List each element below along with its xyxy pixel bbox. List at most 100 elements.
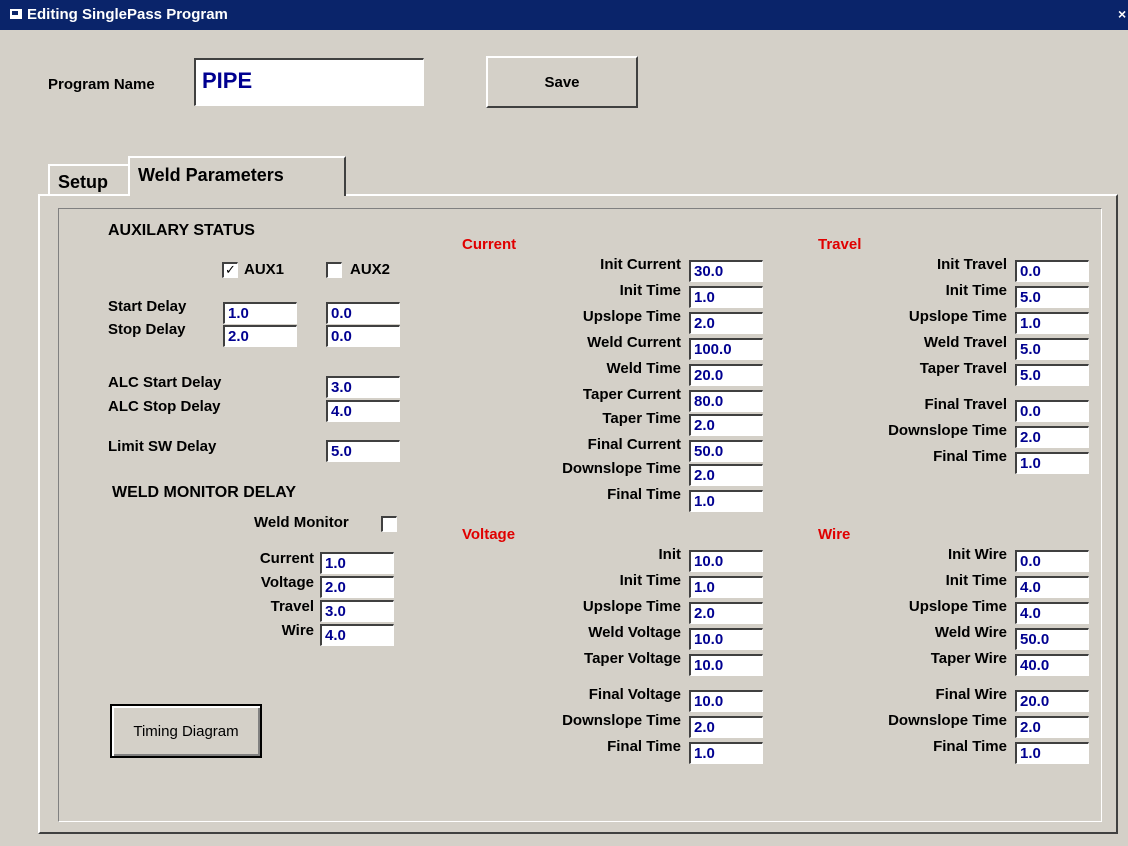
voltage-final-time-label: Final Time <box>607 738 681 755</box>
current-init-current-input[interactable]: 30.0 <box>689 260 763 282</box>
voltage-taper-voltage-input[interactable]: 10.0 <box>689 654 763 676</box>
current-final-current-input[interactable]: 50.0 <box>689 440 763 462</box>
wire-final-wire-label: Final Wire <box>935 686 1007 703</box>
monitor-wire-input[interactable]: 4.0 <box>320 624 394 646</box>
start-delay-label: Start Delay <box>108 298 187 315</box>
wire-init-wire-label: Init Wire <box>947 546 1007 563</box>
wire-weld-wire-label: Weld Wire <box>934 624 1007 641</box>
travel-upslope-time-input[interactable]: 1.0 <box>1015 312 1089 334</box>
voltage-downslope-time-input[interactable]: 2.0 <box>689 716 763 738</box>
alc-start-delay-label: ALC Start Delay <box>108 374 222 391</box>
current-weld-time-input[interactable]: 20.0 <box>689 364 763 386</box>
wire-upslope-time-label: Upslope Time <box>908 598 1007 615</box>
limit-sw-delay-input[interactable]: 5.0 <box>326 440 400 462</box>
voltage-final-time-input[interactable]: 1.0 <box>689 742 763 764</box>
app-icon <box>10 9 22 19</box>
wire-taper-wire-label: Taper Wire <box>930 650 1007 667</box>
wire-taper-wire-input[interactable]: 40.0 <box>1015 654 1089 676</box>
alc-start-delay-input[interactable]: 3.0 <box>326 376 400 398</box>
monitor-travel-input[interactable]: 3.0 <box>320 600 394 622</box>
current-section-title: Current <box>462 236 517 253</box>
wire-section-title: Wire <box>818 526 851 543</box>
tab-weld-parameters[interactable]: Weld Parameters <box>128 156 346 196</box>
voltage-init-input[interactable]: 10.0 <box>689 550 763 572</box>
stop-delay-aux2-input[interactable]: 0.0 <box>326 325 400 347</box>
wire-init-wire-input[interactable]: 0.0 <box>1015 550 1089 572</box>
alc-stop-delay-input[interactable]: 4.0 <box>326 400 400 422</box>
voltage-init-time-input[interactable]: 1.0 <box>689 576 763 598</box>
voltage-upslope-time-label: Upslope Time <box>582 598 681 615</box>
current-init-current-label: Init Current <box>600 256 681 273</box>
aux1-checkbox[interactable]: ✓ <box>222 262 238 278</box>
aux-status-heading: AUXILARY STATUS <box>108 222 255 239</box>
weld-monitor-heading: WELD MONITOR DELAY <box>112 484 297 501</box>
aux1-label: AUX1 <box>244 261 285 278</box>
voltage-upslope-time-input[interactable]: 2.0 <box>689 602 763 624</box>
current-upslope-time-label: Upslope Time <box>582 308 681 325</box>
limit-sw-delay-label: Limit SW Delay <box>108 438 217 455</box>
aux2-checkbox[interactable] <box>326 262 342 278</box>
travel-weld-travel-input[interactable]: 5.0 <box>1015 338 1089 360</box>
wire-downslope-time-input[interactable]: 2.0 <box>1015 716 1089 738</box>
travel-init-time-label: Init Time <box>945 282 1007 299</box>
window-title: Editing SinglePass Program <box>27 6 228 23</box>
weld-monitor-label: Weld Monitor <box>254 514 349 531</box>
save-button[interactable]: Save <box>486 56 638 108</box>
wire-downslope-time-label: Downslope Time <box>888 712 1007 729</box>
current-init-time-input[interactable]: 1.0 <box>689 286 763 308</box>
travel-taper-travel-label: Taper Travel <box>919 360 1007 377</box>
close-icon[interactable]: × <box>1118 6 1126 22</box>
program-name-label: Program Name <box>48 76 155 93</box>
travel-taper-travel-input[interactable]: 5.0 <box>1015 364 1089 386</box>
current-final-time-input[interactable]: 1.0 <box>689 490 763 512</box>
current-taper-time-input[interactable]: 2.0 <box>689 414 763 436</box>
timing-diagram-button[interactable]: Timing Diagram <box>110 704 262 758</box>
program-name-input[interactable]: PIPE <box>194 58 424 106</box>
current-taper-current-input[interactable]: 80.0 <box>689 390 763 412</box>
aux2-label: AUX2 <box>350 261 391 278</box>
monitor-travel-label: Travel <box>270 598 314 615</box>
current-final-current-label: Final Current <box>587 436 681 453</box>
voltage-init-label: Init <box>658 546 682 563</box>
current-upslope-time-input[interactable]: 2.0 <box>689 312 763 334</box>
travel-upslope-time-label: Upslope Time <box>908 308 1007 325</box>
wire-final-wire-input[interactable]: 20.0 <box>1015 690 1089 712</box>
voltage-final-voltage-input[interactable]: 10.0 <box>689 690 763 712</box>
travel-final-time-input[interactable]: 1.0 <box>1015 452 1089 474</box>
current-final-time-label: Final Time <box>607 486 681 503</box>
voltage-weld-voltage-label: Weld Voltage <box>588 624 681 641</box>
wire-weld-wire-input[interactable]: 50.0 <box>1015 628 1089 650</box>
current-weld-current-input[interactable]: 100.0 <box>689 338 763 360</box>
tab-setup[interactable]: Setup <box>48 164 130 194</box>
start-delay-aux1-input[interactable]: 1.0 <box>223 302 297 324</box>
voltage-final-voltage-label: Final Voltage <box>588 686 681 703</box>
voltage-section-title: Voltage <box>462 526 516 543</box>
wire-upslope-time-input[interactable]: 4.0 <box>1015 602 1089 624</box>
wire-final-time-label: Final Time <box>933 738 1007 755</box>
travel-downslope-time-input[interactable]: 2.0 <box>1015 426 1089 448</box>
current-init-time-label: Init Time <box>619 282 681 299</box>
travel-init-travel-label: Init Travel <box>936 256 1007 273</box>
wire-init-time-input[interactable]: 4.0 <box>1015 576 1089 598</box>
alc-stop-delay-label: ALC Stop Delay <box>108 398 221 415</box>
wire-final-time-input[interactable]: 1.0 <box>1015 742 1089 764</box>
current-downslope-time-label: Downslope Time <box>562 460 681 477</box>
monitor-wire-label: Wire <box>281 622 314 639</box>
current-taper-current-label: Taper Current <box>582 386 681 403</box>
travel-init-travel-input[interactable]: 0.0 <box>1015 260 1089 282</box>
travel-final-travel-input[interactable]: 0.0 <box>1015 400 1089 422</box>
weld-monitor-checkbox[interactable] <box>381 516 397 532</box>
travel-final-travel-label: Final Travel <box>924 396 1007 413</box>
monitor-current-input[interactable]: 1.0 <box>320 552 394 574</box>
voltage-weld-voltage-input[interactable]: 10.0 <box>689 628 763 650</box>
monitor-current-label: Current <box>259 550 314 567</box>
monitor-voltage-input[interactable]: 2.0 <box>320 576 394 598</box>
travel-init-time-input[interactable]: 5.0 <box>1015 286 1089 308</box>
stop-delay-aux1-input[interactable]: 2.0 <box>223 325 297 347</box>
travel-final-time-label: Final Time <box>933 448 1007 465</box>
voltage-taper-voltage-label: Taper Voltage <box>584 650 681 667</box>
current-downslope-time-input[interactable]: 2.0 <box>689 464 763 486</box>
title-bar: Editing SinglePass Program × <box>0 0 1128 30</box>
start-delay-aux2-input[interactable]: 0.0 <box>326 302 400 324</box>
stop-delay-label: Stop Delay <box>108 321 186 338</box>
